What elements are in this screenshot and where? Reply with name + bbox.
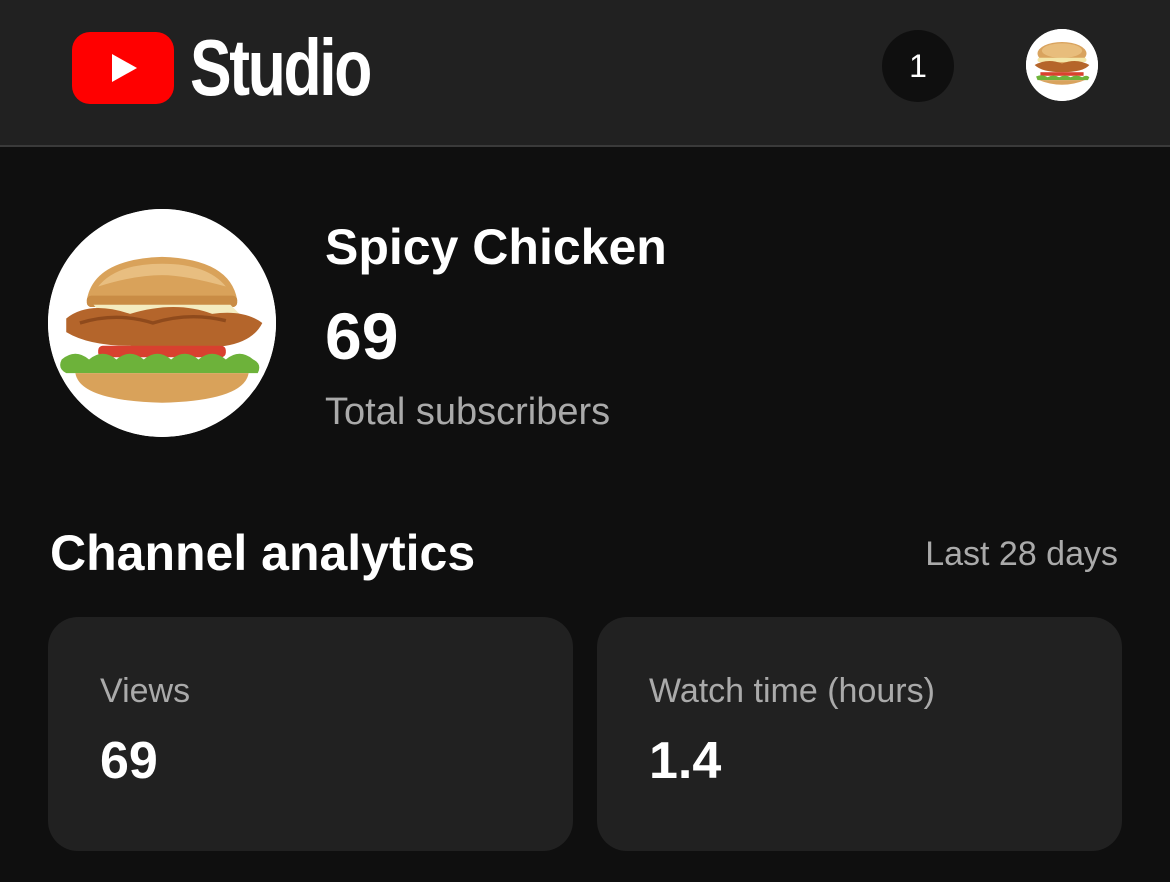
account-avatar[interactable] [1026, 29, 1098, 101]
channel-name[interactable]: Spicy Chicken [325, 220, 667, 275]
subscriber-count: 69 [325, 299, 399, 373]
chicken-sandwich-icon [1026, 29, 1098, 101]
studio-logo[interactable]: Studio [72, 28, 421, 108]
views-label: Views [100, 672, 191, 710]
views-card[interactable]: Views 69 [48, 617, 573, 851]
notification-count-badge[interactable]: 1 [882, 30, 954, 102]
subscriber-label: Total subscribers [325, 391, 611, 433]
top-app-bar: Studio 1 [0, 0, 1170, 147]
channel-avatar[interactable] [48, 209, 276, 437]
watch-time-card[interactable]: Watch time (hours) 1.4 [597, 617, 1122, 851]
studio-app: Studio 1 Spicy Chicken 69 Total subscrib… [0, 0, 1170, 882]
channel-analytics-title: Channel analytics [50, 525, 476, 581]
notification-count: 1 [909, 47, 927, 84]
app-name: Studio [190, 23, 372, 112]
views-value: 69 [100, 732, 158, 790]
watch-time-label: Watch time (hours) [649, 672, 935, 710]
chicken-sandwich-icon [48, 209, 276, 437]
date-range-label: Last 28 days [925, 535, 1118, 573]
watch-time-value: 1.4 [649, 732, 722, 790]
youtube-play-icon [72, 32, 174, 104]
